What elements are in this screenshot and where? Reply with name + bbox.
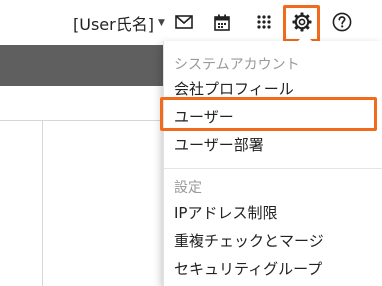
menu-item-duplicate-merge[interactable]: 重複チェックとマージ <box>174 230 324 251</box>
menu-pointer <box>298 34 312 41</box>
menu-item-security-group[interactable]: セキュリティグループ <box>174 258 322 279</box>
menu-divider <box>164 168 382 169</box>
menu-item-company-profile[interactable]: 会社プロフィール <box>174 78 294 99</box>
caret-down-icon: ▼ <box>157 18 165 28</box>
menu-item-ip-restriction[interactable]: IPアドレス制限 <box>174 202 277 223</box>
gear-icon[interactable] <box>288 8 316 36</box>
menu-item-user-department[interactable]: ユーザー部署 <box>174 134 264 155</box>
mail-icon[interactable] <box>170 8 198 36</box>
calendar-icon[interactable] <box>208 8 236 36</box>
settings-dropdown-menu: システムアカウント 会社プロフィール ユーザー ユーザー部署 設定 IPアドレス… <box>163 34 382 286</box>
user-menu[interactable]: [User氏名] ▼ <box>73 11 165 35</box>
help-icon[interactable] <box>328 8 356 36</box>
user-name-label: [User氏名] <box>73 15 154 34</box>
menu-item-user[interactable]: ユーザー <box>174 106 234 127</box>
menu-section-system-account: システムアカウント <box>174 57 300 73</box>
apps-grid-icon[interactable] <box>250 8 278 36</box>
top-bar: [User氏名] ▼ <box>0 0 382 45</box>
content-column-divider <box>42 121 43 286</box>
menu-section-settings: 設定 <box>174 180 202 196</box>
